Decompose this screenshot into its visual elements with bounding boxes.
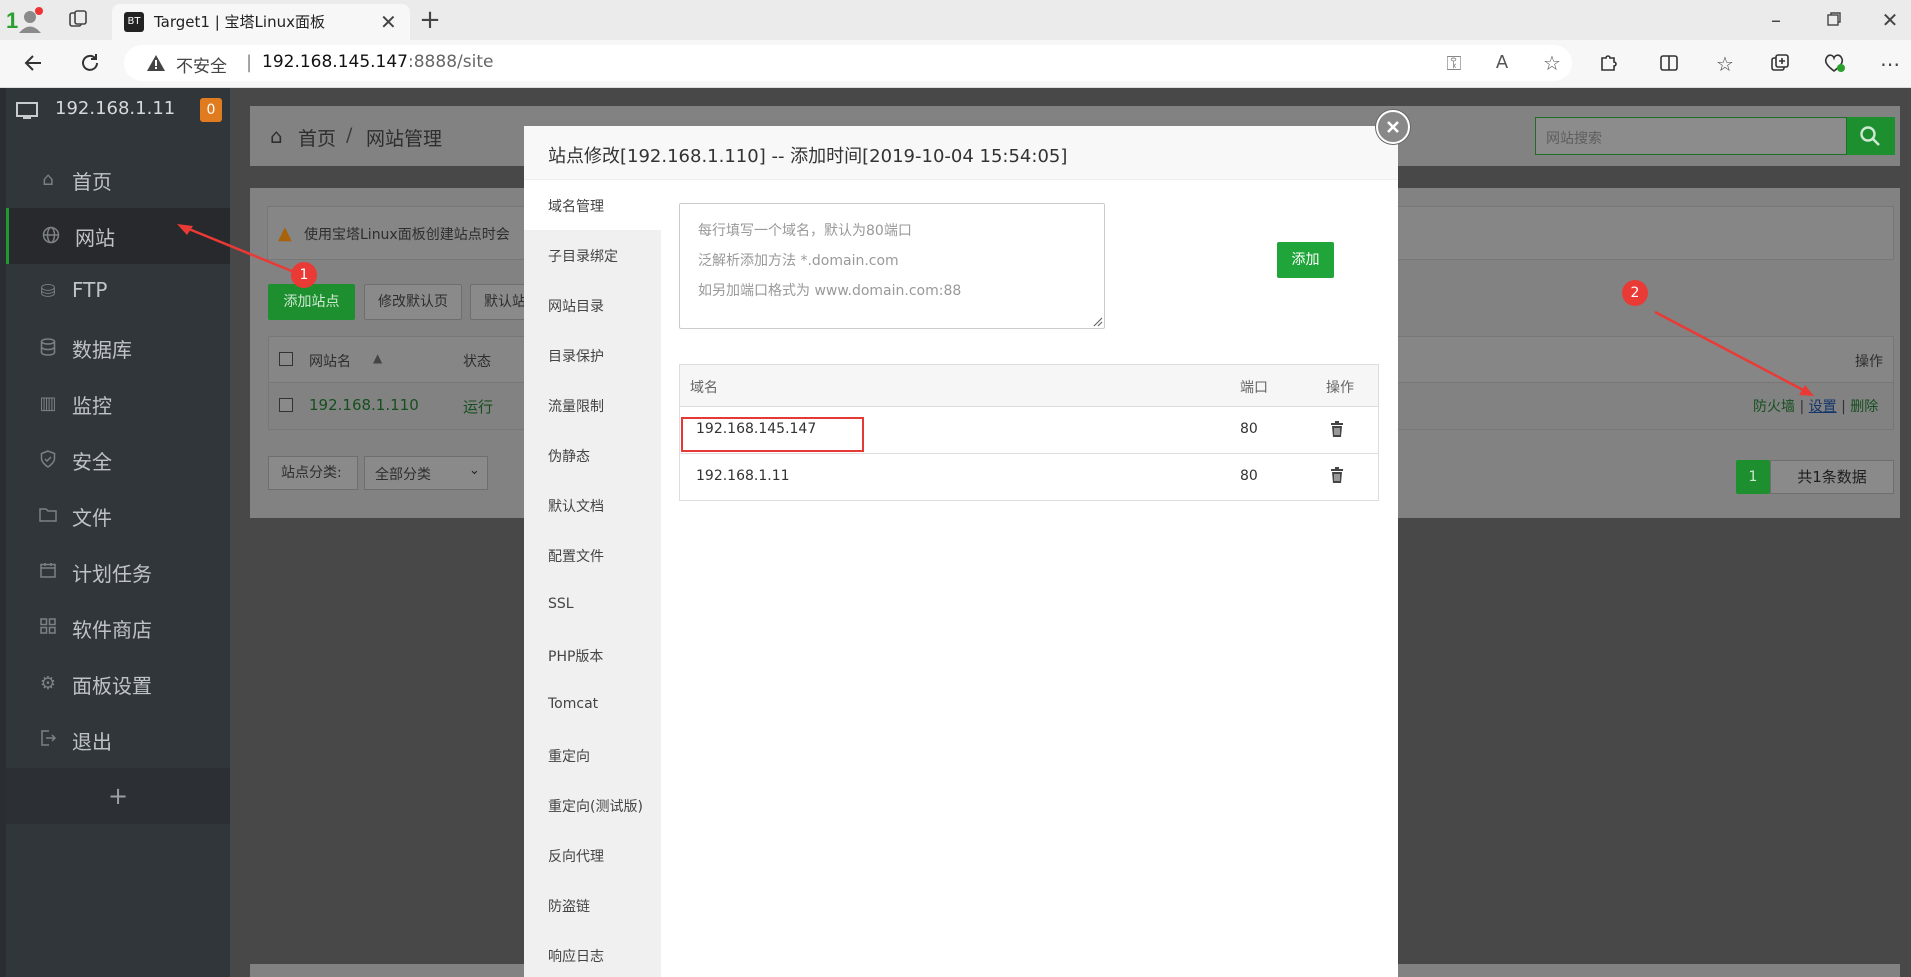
url-text[interactable]: 192.168.145.147:8888/site xyxy=(262,52,493,72)
tab-response-log[interactable]: 响应日志 xyxy=(548,946,604,966)
textarea-placeholder-line-2: 泛解析添加方法 *.domain.com xyxy=(698,253,899,269)
close-icon xyxy=(1387,121,1399,133)
trash-icon[interactable] xyxy=(1330,421,1344,438)
domain-value: 192.168.1.11 xyxy=(696,468,790,484)
textarea-placeholder-line-1: 每行填写一个域名，默认为80端口 xyxy=(698,223,912,239)
tab-subdirectory-binding[interactable]: 子目录绑定 xyxy=(548,246,618,266)
browser-essentials-icon[interactable] xyxy=(1822,52,1846,76)
arrow-2 xyxy=(1654,310,1814,396)
tab-domain-management[interactable]: 域名管理 xyxy=(548,196,604,216)
not-secure-label[interactable]: 不安全 xyxy=(176,52,227,77)
resize-grip-icon[interactable] xyxy=(1091,315,1103,327)
tab-site-directory[interactable]: 网站目录 xyxy=(548,296,604,316)
address-toolbar: 不安全 | 192.168.145.147:8888/site ⚿ A ☆ ☆ … xyxy=(0,40,1911,88)
tab-hotlink-protection[interactable]: 防盗链 xyxy=(548,896,590,916)
new-tab-icon[interactable]: + xyxy=(418,7,442,33)
collections-icon[interactable] xyxy=(1768,52,1792,76)
bt-favicon-icon: BT xyxy=(124,12,144,32)
browser-tab-active[interactable]: BT Target1 | 宝塔Linux面板 ✕ xyxy=(112,4,410,40)
split-screen-icon[interactable] xyxy=(1657,52,1681,76)
tab-config-file[interactable]: 配置文件 xyxy=(548,546,604,566)
tab-title: Target1 | 宝塔Linux面板 xyxy=(154,13,325,31)
domain-table-header: 域名 端口 操作 xyxy=(680,365,1378,407)
more-menu-icon[interactable]: ⋯ xyxy=(1878,52,1902,76)
key-icon[interactable]: ⚿ xyxy=(1442,51,1466,75)
read-aloud-icon[interactable]: A xyxy=(1490,51,1514,75)
site-edit-modal: 站点修改[192.168.1.110] -- 添加时间[2019-10-04 1… xyxy=(524,126,1398,977)
tab-reverse-proxy[interactable]: 反向代理 xyxy=(548,846,604,866)
back-icon[interactable] xyxy=(22,52,46,76)
add-domain-button[interactable]: 添加 xyxy=(1277,242,1334,278)
refresh-icon[interactable] xyxy=(78,52,102,76)
url-host: 192.168.145.147 xyxy=(262,52,409,72)
trash-icon[interactable] xyxy=(1330,467,1344,484)
tab-default-document[interactable]: 默认文档 xyxy=(548,496,604,516)
tab-rewrite[interactable]: 伪静态 xyxy=(548,446,590,466)
annotation-marker-2: 2 xyxy=(1622,280,1648,306)
col-domain: 域名 xyxy=(690,380,718,396)
tab-redirect[interactable]: 重定向 xyxy=(548,746,590,766)
svg-text:1: 1 xyxy=(6,8,18,33)
textarea-placeholder-line-3: 如另加端口格式为 www.domain.com:88 xyxy=(698,283,962,299)
restore-icon[interactable] xyxy=(1822,8,1846,32)
arrow-1 xyxy=(177,224,300,276)
tab-directory-protection[interactable]: 目录保护 xyxy=(548,346,604,366)
browser-tab-bar: 1 BT Target1 | 宝塔Linux面板 ✕ + – ✕ xyxy=(0,0,1911,40)
url-path: :8888/site xyxy=(408,52,494,72)
minimize-icon[interactable]: – xyxy=(1764,8,1788,32)
url-field[interactable]: 不安全 | 192.168.145.147:8888/site ⚿ A ☆ xyxy=(124,45,1572,81)
tab-ssl[interactable]: SSL xyxy=(548,596,574,612)
annotation-marker-1: 1 xyxy=(291,262,317,288)
warning-icon[interactable] xyxy=(146,53,166,73)
table-row: 192.168.1.11 80 xyxy=(680,454,1378,500)
extensions-icon[interactable] xyxy=(1597,52,1621,76)
highlight-box xyxy=(681,417,864,452)
modal-title: 站点修改[192.168.1.110] -- 添加时间[2019-10-04 1… xyxy=(548,146,1068,167)
profile-avatar[interactable]: 1 xyxy=(6,6,44,34)
modal-close-button[interactable] xyxy=(1376,110,1410,144)
tab-tomcat[interactable]: Tomcat xyxy=(548,696,598,712)
col-operations: 操作 xyxy=(1326,380,1354,396)
tab-close-icon[interactable]: ✕ xyxy=(380,10,397,34)
favorites-icon[interactable]: ☆ xyxy=(1713,52,1737,76)
modal-header: 站点修改[192.168.1.110] -- 添加时间[2019-10-04 1… xyxy=(524,126,1398,180)
port-value: 80 xyxy=(1240,468,1258,484)
url-divider: | xyxy=(246,52,253,73)
tab-collections-icon[interactable] xyxy=(66,8,90,32)
window-close-icon[interactable]: ✕ xyxy=(1878,8,1902,32)
favorite-star-icon[interactable]: ☆ xyxy=(1540,51,1564,75)
tab-redirect-beta[interactable]: 重定向(测试版) xyxy=(548,796,643,816)
modal-tab-list: 域名管理 子目录绑定 网站目录 目录保护 流量限制 伪静态 默认文档 配置文件 … xyxy=(524,180,661,977)
port-value: 80 xyxy=(1240,421,1258,437)
tab-traffic-limit[interactable]: 流量限制 xyxy=(548,396,604,416)
domain-textarea[interactable]: 每行填写一个域名，默认为80端口 泛解析添加方法 *.domain.com 如另… xyxy=(679,203,1105,329)
col-port: 端口 xyxy=(1240,380,1268,396)
tab-php-version[interactable]: PHP版本 xyxy=(548,646,603,666)
